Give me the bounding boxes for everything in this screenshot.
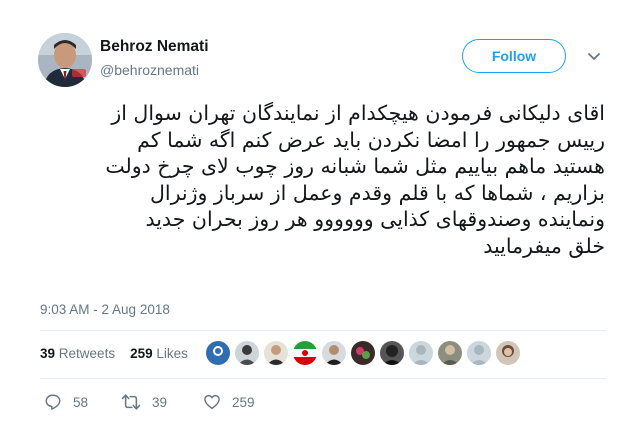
avatar-photo	[38, 33, 92, 87]
liker-avatar[interactable]	[350, 340, 376, 366]
tweet-line: بزاریم ، شماها که با قلم وقدم وعمل از سر…	[149, 180, 605, 205]
tweet-timestamp[interactable]: 9:03 AM - 2 Aug 2018	[40, 302, 170, 317]
like-count: 259	[232, 394, 255, 410]
reply-icon	[45, 394, 61, 410]
caret-down-icon[interactable]	[586, 48, 602, 64]
liker-avatar[interactable]	[321, 340, 347, 366]
liker-avatar[interactable]	[292, 340, 318, 366]
retweet-button[interactable]: 39	[121, 393, 167, 411]
liker-avatar[interactable]	[437, 340, 463, 366]
divider	[40, 378, 606, 379]
likes-label: Likes	[156, 346, 188, 361]
likes-count: 259	[130, 346, 153, 361]
tweet-line: خلق میفرمایید	[483, 233, 605, 258]
liker-avatar[interactable]	[379, 340, 405, 366]
avatar[interactable]	[38, 33, 92, 87]
divider	[40, 330, 606, 331]
liker-avatar[interactable]	[495, 340, 521, 366]
liker-avatar[interactable]	[234, 340, 260, 366]
retweets-label: Retweets	[58, 346, 116, 361]
tweet-line: اقای دلیکانی فرمودن هیچکدام از نمایندگان…	[111, 101, 605, 125]
heart-icon	[204, 394, 220, 410]
liker-avatar[interactable]	[408, 340, 434, 366]
display-name[interactable]: Behroz Nemati	[100, 38, 209, 56]
likes-stat[interactable]: 259 Likes	[130, 346, 188, 361]
like-button[interactable]: 259	[203, 393, 255, 411]
user-handle[interactable]: @behroznemati	[100, 62, 199, 78]
retweets-stat[interactable]: 39 Retweets	[40, 346, 115, 361]
liker-avatar[interactable]	[466, 340, 492, 366]
follow-button[interactable]: Follow	[462, 39, 566, 73]
retweet-count: 39	[152, 394, 168, 410]
reply-count: 58	[73, 394, 89, 410]
liker-avatar[interactable]	[263, 340, 289, 366]
tweet-line: هستید ماهم بیاییم مثل شما شبانه روز چوب …	[105, 154, 605, 178]
engagement-stats: 39 Retweets 259 Likes	[40, 346, 188, 361]
retweet-icon	[121, 394, 141, 410]
tweet-line: رییس جمهور را امضا نکردن باید عرض کنم اگ…	[137, 127, 605, 152]
tweet-actions: 58 39 259	[0, 393, 639, 413]
retweets-count: 39	[40, 346, 56, 361]
liker-avatar[interactable]	[205, 340, 231, 366]
tweet-line: ونماینده وصندوقهای کذایی وووووو هر روز ب…	[145, 207, 605, 231]
tweet-text: اقای دلیکانی فرمودن هیچکدام از نمایندگان…	[5, 100, 605, 259]
reply-button[interactable]: 58	[44, 393, 88, 411]
